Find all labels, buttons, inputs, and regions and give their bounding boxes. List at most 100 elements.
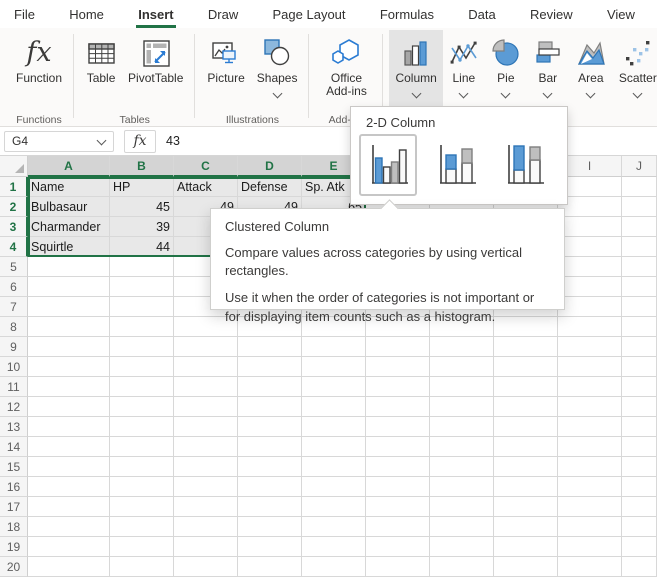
cell-B6[interactable] bbox=[110, 277, 174, 297]
cell-J5[interactable] bbox=[622, 257, 657, 277]
row-header-3[interactable]: 3 bbox=[0, 217, 28, 237]
bar-chart-button[interactable]: Bar bbox=[527, 30, 569, 102]
chevron-down-icon[interactable] bbox=[411, 88, 422, 99]
cell-I17[interactable] bbox=[558, 497, 622, 517]
cell-B5[interactable] bbox=[110, 257, 174, 277]
cell-C10[interactable] bbox=[174, 357, 238, 377]
cell-B11[interactable] bbox=[110, 377, 174, 397]
row-header-5[interactable]: 5 bbox=[0, 257, 28, 277]
cell-C16[interactable] bbox=[174, 477, 238, 497]
cell-I15[interactable] bbox=[558, 457, 622, 477]
cell-C17[interactable] bbox=[174, 497, 238, 517]
cell-J16[interactable] bbox=[622, 477, 657, 497]
cell-E10[interactable] bbox=[302, 357, 366, 377]
cell-D9[interactable] bbox=[238, 337, 302, 357]
cell-B2[interactable]: 45 bbox=[110, 197, 174, 217]
cell-I6[interactable] bbox=[558, 277, 622, 297]
pivottable-button[interactable]: PivotTable bbox=[122, 30, 189, 102]
row-header-20[interactable]: 20 bbox=[0, 557, 28, 577]
cell-F10[interactable] bbox=[366, 357, 430, 377]
cell-H19[interactable] bbox=[494, 537, 558, 557]
cell-C11[interactable] bbox=[174, 377, 238, 397]
stacked-column-option[interactable] bbox=[427, 134, 485, 196]
cell-F9[interactable] bbox=[366, 337, 430, 357]
cell-D20[interactable] bbox=[238, 557, 302, 577]
cell-B15[interactable] bbox=[110, 457, 174, 477]
cell-A15[interactable] bbox=[28, 457, 110, 477]
cell-J12[interactable] bbox=[622, 397, 657, 417]
cell-H16[interactable] bbox=[494, 477, 558, 497]
cell-J6[interactable] bbox=[622, 277, 657, 297]
cell-E17[interactable] bbox=[302, 497, 366, 517]
menu-review[interactable]: Review bbox=[528, 3, 575, 28]
row-header-18[interactable]: 18 bbox=[0, 517, 28, 537]
row-header-13[interactable]: 13 bbox=[0, 417, 28, 437]
cell-D17[interactable] bbox=[238, 497, 302, 517]
cell-A4[interactable]: Squirtle bbox=[28, 237, 110, 257]
cell-D18[interactable] bbox=[238, 517, 302, 537]
cell-J11[interactable] bbox=[622, 377, 657, 397]
column-chart-button[interactable]: Column bbox=[389, 30, 443, 106]
row-header-2[interactable]: 2 bbox=[0, 197, 28, 217]
cell-C18[interactable] bbox=[174, 517, 238, 537]
cell-I13[interactable] bbox=[558, 417, 622, 437]
cell-J19[interactable] bbox=[622, 537, 657, 557]
cell-I7[interactable] bbox=[558, 297, 622, 317]
cell-H11[interactable] bbox=[494, 377, 558, 397]
row-header-17[interactable]: 17 bbox=[0, 497, 28, 517]
clustered-column-option[interactable] bbox=[359, 134, 417, 196]
cell-I10[interactable] bbox=[558, 357, 622, 377]
100-percent-stacked-column-option[interactable] bbox=[495, 134, 553, 196]
cell-D11[interactable] bbox=[238, 377, 302, 397]
menu-insert[interactable]: Insert bbox=[136, 3, 176, 28]
cell-E13[interactable] bbox=[302, 417, 366, 437]
cell-H12[interactable] bbox=[494, 397, 558, 417]
row-header-9[interactable]: 9 bbox=[0, 337, 28, 357]
cell-B19[interactable] bbox=[110, 537, 174, 557]
cell-B1[interactable]: HP bbox=[110, 177, 174, 197]
cell-F12[interactable] bbox=[366, 397, 430, 417]
cell-A6[interactable] bbox=[28, 277, 110, 297]
cell-I14[interactable] bbox=[558, 437, 622, 457]
cell-J1[interactable] bbox=[622, 177, 657, 197]
cell-F19[interactable] bbox=[366, 537, 430, 557]
cell-F16[interactable] bbox=[366, 477, 430, 497]
cell-I11[interactable] bbox=[558, 377, 622, 397]
cell-I4[interactable] bbox=[558, 237, 622, 257]
cell-E15[interactable] bbox=[302, 457, 366, 477]
cell-A3[interactable]: Charmander bbox=[28, 217, 110, 237]
cell-I9[interactable] bbox=[558, 337, 622, 357]
formula-input[interactable]: 43 bbox=[166, 134, 180, 148]
cell-B10[interactable] bbox=[110, 357, 174, 377]
cell-G13[interactable] bbox=[430, 417, 494, 437]
cell-E14[interactable] bbox=[302, 437, 366, 457]
cell-A12[interactable] bbox=[28, 397, 110, 417]
cell-A8[interactable] bbox=[28, 317, 110, 337]
row-header-19[interactable]: 19 bbox=[0, 537, 28, 557]
column-header-C[interactable]: C bbox=[174, 156, 238, 177]
cell-B3[interactable]: 39 bbox=[110, 217, 174, 237]
cell-B13[interactable] bbox=[110, 417, 174, 437]
scatter-chart-button[interactable]: Scatter bbox=[613, 30, 657, 102]
cell-B4[interactable]: 44 bbox=[110, 237, 174, 257]
cell-J3[interactable] bbox=[622, 217, 657, 237]
cell-B9[interactable] bbox=[110, 337, 174, 357]
row-header-11[interactable]: 11 bbox=[0, 377, 28, 397]
cell-H17[interactable] bbox=[494, 497, 558, 517]
row-header-15[interactable]: 15 bbox=[0, 457, 28, 477]
select-all-corner[interactable] bbox=[0, 156, 28, 177]
cell-C12[interactable] bbox=[174, 397, 238, 417]
chevron-down-icon[interactable] bbox=[500, 88, 511, 99]
cell-G9[interactable] bbox=[430, 337, 494, 357]
chevron-down-icon[interactable] bbox=[585, 88, 596, 99]
cell-G11[interactable] bbox=[430, 377, 494, 397]
cell-E20[interactable] bbox=[302, 557, 366, 577]
cell-E18[interactable] bbox=[302, 517, 366, 537]
cell-J17[interactable] bbox=[622, 497, 657, 517]
cell-A20[interactable] bbox=[28, 557, 110, 577]
cell-J10[interactable] bbox=[622, 357, 657, 377]
cell-G15[interactable] bbox=[430, 457, 494, 477]
menu-file[interactable]: File bbox=[12, 3, 37, 28]
cell-F13[interactable] bbox=[366, 417, 430, 437]
menu-home[interactable]: Home bbox=[67, 3, 106, 28]
